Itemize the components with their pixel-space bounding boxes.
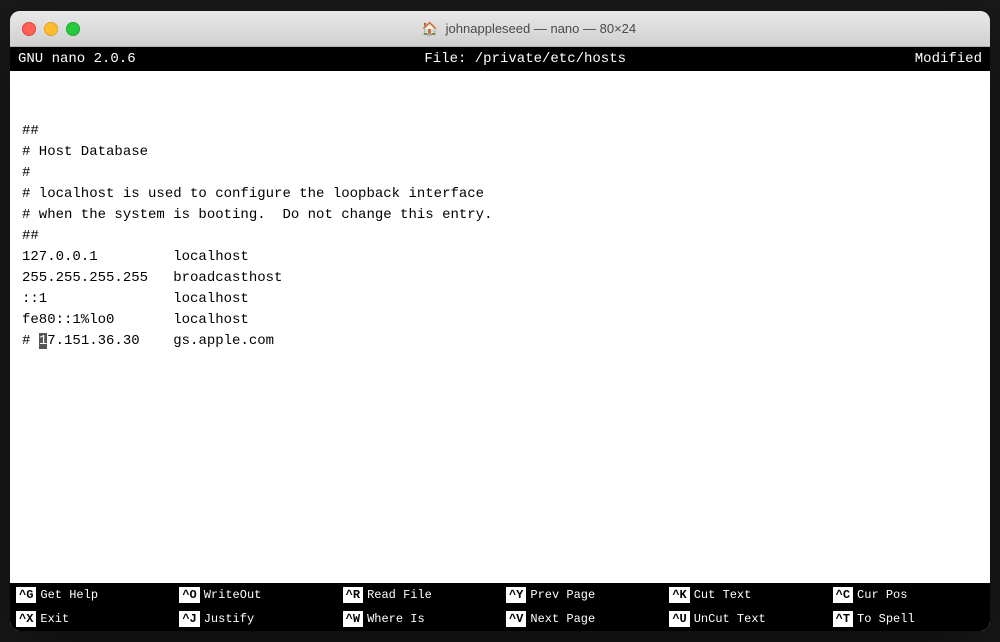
minimize-button[interactable] bbox=[44, 22, 58, 36]
label-where-is: Where Is bbox=[367, 612, 425, 626]
nano-footer: ^G Get Help ^O WriteOut ^R Read File ^Y … bbox=[10, 583, 990, 631]
label-exit: Exit bbox=[40, 612, 69, 626]
footer-cut-text[interactable]: ^K Cut Text bbox=[663, 583, 826, 607]
traffic-lights bbox=[22, 22, 80, 36]
window: 🏠 johnappleseed — nano — 80×24 GNU nano … bbox=[10, 11, 990, 631]
terminal[interactable]: GNU nano 2.0.6 File: /private/etc/hosts … bbox=[10, 47, 990, 631]
footer-where-is[interactable]: ^W Where Is bbox=[337, 607, 500, 631]
footer-writeout[interactable]: ^O WriteOut bbox=[173, 583, 336, 607]
footer-get-help[interactable]: ^G Get Help bbox=[10, 583, 173, 607]
label-prev-page: Prev Page bbox=[530, 588, 595, 602]
close-button[interactable] bbox=[22, 22, 36, 36]
label-next-page: Next Page bbox=[530, 612, 595, 626]
label-cur-pos: Cur Pos bbox=[857, 588, 907, 602]
key-to-spell: ^T bbox=[833, 611, 853, 627]
footer-justify[interactable]: ^J Justify bbox=[173, 607, 336, 631]
content-line-0: ## # Host Database # # localhost is used… bbox=[22, 123, 492, 349]
nano-header: GNU nano 2.0.6 File: /private/etc/hosts … bbox=[10, 47, 990, 71]
footer-cur-pos[interactable]: ^C Cur Pos bbox=[827, 583, 990, 607]
label-cut-text: Cut Text bbox=[694, 588, 752, 602]
key-exit: ^X bbox=[16, 611, 36, 627]
footer-prev-page[interactable]: ^Y Prev Page bbox=[500, 583, 663, 607]
key-get-help: ^G bbox=[16, 587, 36, 603]
label-read-file: Read File bbox=[367, 588, 432, 602]
nano-editor[interactable]: ## # Host Database # # localhost is used… bbox=[10, 71, 990, 583]
key-cur-pos: ^C bbox=[833, 587, 853, 603]
footer-uncut-text[interactable]: ^U UnCut Text bbox=[663, 607, 826, 631]
label-get-help: Get Help bbox=[40, 588, 98, 602]
footer-to-spell[interactable]: ^T To Spell bbox=[827, 607, 990, 631]
cursor: 1 bbox=[39, 333, 47, 349]
label-to-spell: To Spell bbox=[857, 612, 915, 626]
key-uncut-text: ^U bbox=[669, 611, 689, 627]
nano-version: GNU nano 2.0.6 bbox=[18, 51, 136, 67]
nano-modified: Modified bbox=[915, 51, 982, 67]
key-read-file: ^R bbox=[343, 587, 363, 603]
label-writeout: WriteOut bbox=[204, 588, 262, 602]
key-writeout: ^O bbox=[179, 587, 199, 603]
footer-read-file[interactable]: ^R Read File bbox=[337, 583, 500, 607]
key-prev-page: ^Y bbox=[506, 587, 526, 603]
footer-next-page[interactable]: ^V Next Page bbox=[500, 607, 663, 631]
footer-row-2: ^X Exit ^J Justify ^W Where Is ^V Next P… bbox=[10, 607, 990, 631]
footer-exit[interactable]: ^X Exit bbox=[10, 607, 173, 631]
key-next-page: ^V bbox=[506, 611, 526, 627]
house-icon: 🏠 bbox=[422, 21, 438, 36]
key-justify: ^J bbox=[179, 611, 199, 627]
label-justify: Justify bbox=[204, 612, 254, 626]
label-uncut-text: UnCut Text bbox=[694, 612, 766, 626]
titlebar: 🏠 johnappleseed — nano — 80×24 bbox=[10, 11, 990, 47]
key-where-is: ^W bbox=[343, 611, 363, 627]
window-title: 🏠 johnappleseed — nano — 80×24 bbox=[80, 21, 978, 37]
maximize-button[interactable] bbox=[66, 22, 80, 36]
key-cut-text: ^K bbox=[669, 587, 689, 603]
footer-row-1: ^G Get Help ^O WriteOut ^R Read File ^Y … bbox=[10, 583, 990, 607]
nano-filename: File: /private/etc/hosts bbox=[424, 51, 626, 67]
